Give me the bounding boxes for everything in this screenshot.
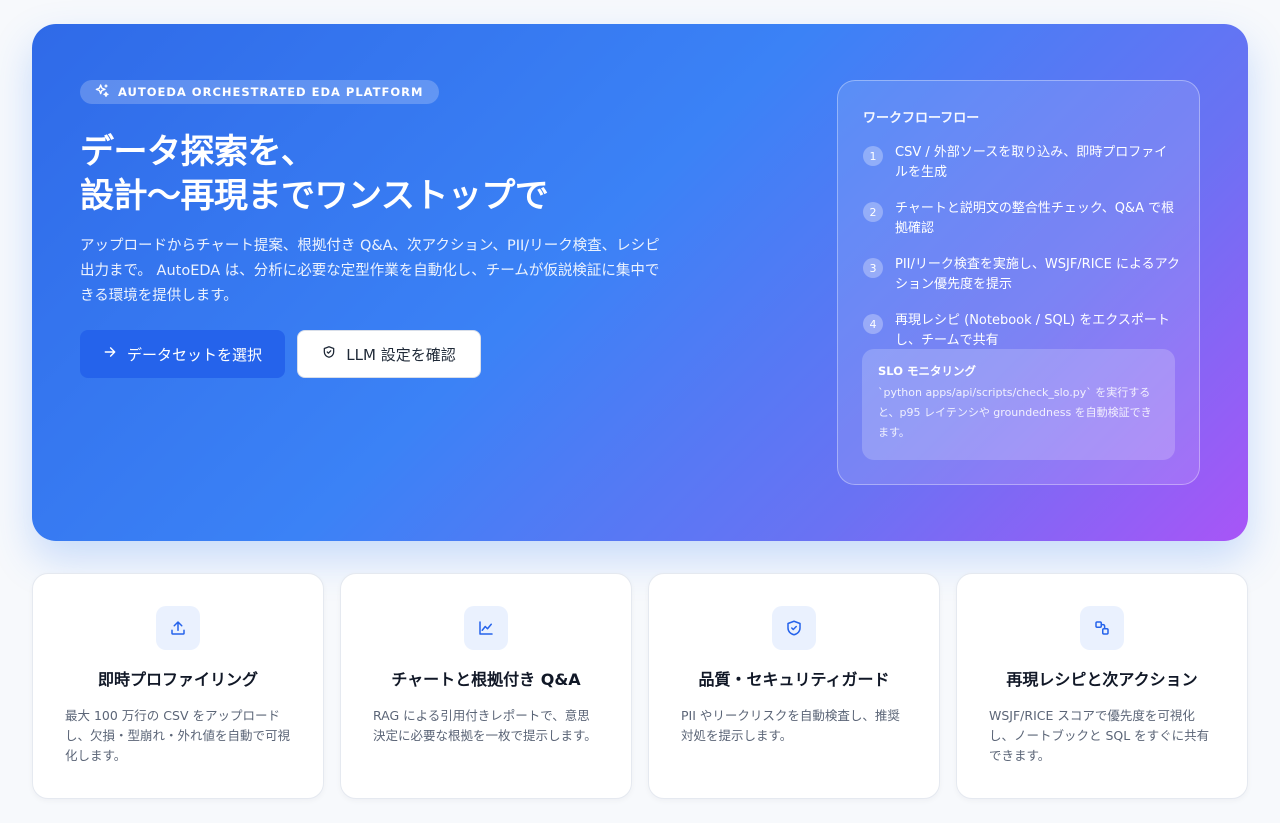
feature-card-recipe: 再現レシピと次アクション WSJF/RICE スコアで優先度を可視化し、ノートブ…: [956, 573, 1248, 799]
arrow-right-icon: [103, 345, 117, 363]
workflow-step: 4 再現レシピ (Notebook / SQL) をエクスポートし、チームで共有: [863, 311, 1183, 351]
feature-description: PII やリークリスクを自動検査し、推奨対処を提示します。: [681, 708, 900, 743]
check-llm-settings-label: LLM 設定を確認: [346, 345, 456, 364]
hero-title-line-1: データ探索を、: [80, 132, 315, 172]
step-text: チャートと説明文の整合性チェック、Q&A で根拠確認: [895, 201, 1175, 236]
step-number: 2: [863, 202, 883, 222]
step-number: 1: [863, 146, 883, 166]
feature-title: 品質・セキュリティガード: [698, 670, 890, 689]
workflow-panel: ワークフローフロー 1 CSV / 外部ソースを取り込み、即時プロファイルを生成…: [837, 80, 1200, 485]
step-text: PII/リーク検査を実施し、WSJF/RICE によるアクション優先度を提示: [895, 257, 1180, 292]
hero-title: データ探索を、 設計〜再現までワンストップで: [80, 130, 549, 218]
feature-title: 即時プロファイリング: [97, 670, 258, 689]
platform-badge: AUTOEDA ORCHESTRATED EDA PLATFORM: [80, 80, 440, 104]
select-dataset-button[interactable]: データセットを選択: [80, 330, 285, 378]
feature-description: WSJF/RICE スコアで優先度を可視化し、ノートブックと SQL をすぐに共…: [989, 708, 1210, 763]
check-llm-settings-button[interactable]: LLM 設定を確認: [297, 330, 481, 378]
feature-card-profiling: 即時プロファイリング 最大 100 万行の CSV をアップロードし、欠損・型崩…: [32, 573, 324, 799]
feature-card-chart-qa: チャートと根拠付き Q&A RAG による引用付きレポートで、意思決定に必要な根…: [340, 573, 632, 799]
hero-section: AUTOEDA ORCHESTRATED EDA PLATFORM データ探索を…: [32, 24, 1248, 541]
workflow-step: 2 チャートと説明文の整合性チェック、Q&A で根拠確認: [863, 199, 1183, 239]
workflow-icon: [1080, 606, 1124, 650]
badge-label: AUTOEDA ORCHESTRATED EDA PLATFORM: [118, 85, 424, 99]
hero-title-line-2: 設計〜再現までワンストップで: [80, 176, 549, 216]
feature-description: RAG による引用付きレポートで、意思決定に必要な根拠を一枚で提示します。: [373, 708, 597, 743]
step-text: CSV / 外部ソースを取り込み、即時プロファイルを生成: [895, 145, 1168, 180]
shield-check-icon: [322, 345, 336, 363]
shield-check-icon: [772, 606, 816, 650]
feature-title: 再現レシピと次アクション: [1006, 670, 1198, 689]
line-chart-icon: [464, 606, 508, 650]
workflow-step: 1 CSV / 外部ソースを取り込み、即時プロファイルを生成: [863, 143, 1183, 183]
feature-description: 最大 100 万行の CSV をアップロードし、欠損・型崩れ・外れ値を自動で可視…: [65, 708, 291, 763]
slo-text: `python apps/api/scripts/check_slo.py` を…: [878, 386, 1152, 439]
step-text: 再現レシピ (Notebook / SQL) をエクスポートし、チームで共有: [895, 313, 1170, 348]
workflow-step: 3 PII/リーク検査を実施し、WSJF/RICE によるアクション優先度を提示: [863, 255, 1183, 295]
step-number: 4: [863, 314, 883, 334]
sparkles-icon: [94, 83, 110, 102]
upload-icon: [156, 606, 200, 650]
select-dataset-label: データセットを選択: [126, 345, 262, 364]
workflow-title: ワークフローフロー: [863, 111, 980, 126]
feature-card-quality-guard: 品質・セキュリティガード PII やリークリスクを自動検査し、推奨対処を提示しま…: [648, 573, 940, 799]
slo-monitoring-box: SLO モニタリング `python apps/api/scripts/chec…: [862, 349, 1175, 460]
step-number: 3: [863, 258, 883, 278]
feature-title: チャートと根拠付き Q&A: [391, 670, 581, 689]
hero-description: アップロードからチャート提案、根拠付き Q&A、次アクション、PII/リーク検査…: [80, 238, 660, 304]
slo-title: SLO モニタリング: [878, 364, 976, 378]
